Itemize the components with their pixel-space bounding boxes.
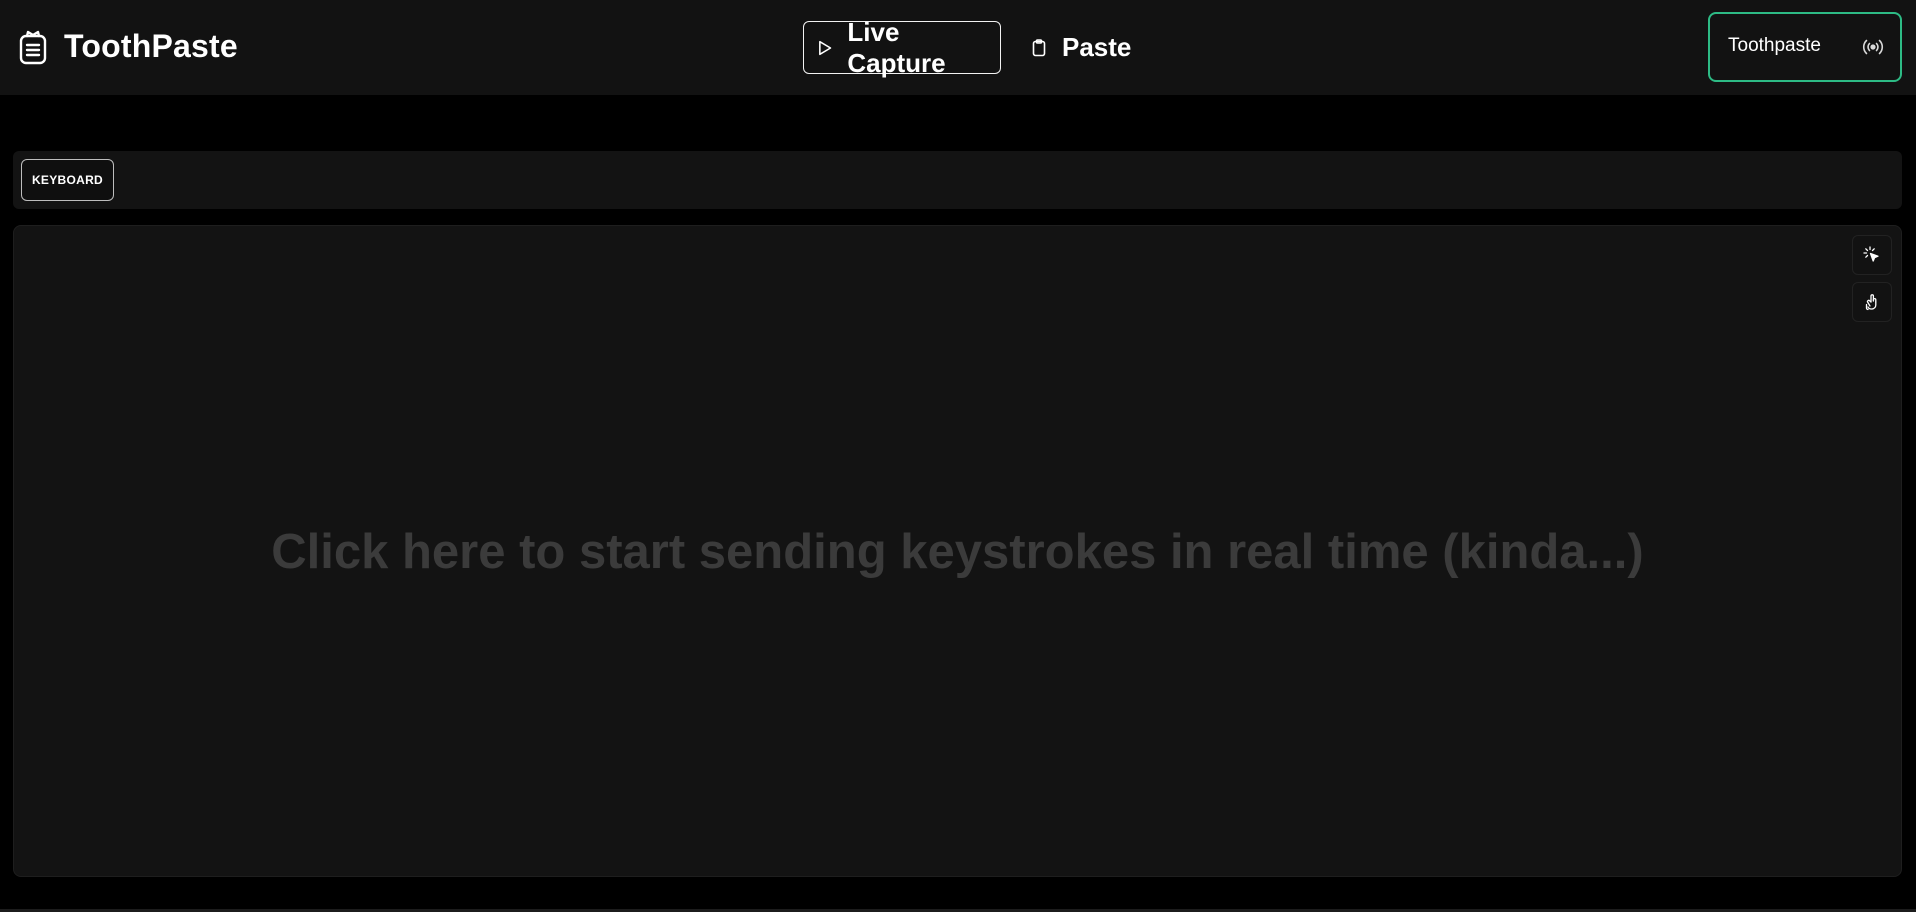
clipboard-icon: [1032, 38, 1046, 56]
touch-mode-button[interactable]: [1852, 282, 1892, 322]
brand: ToothPaste: [18, 28, 238, 65]
hand-tap-icon: [1865, 294, 1877, 311]
nav-paste-label: Paste: [1062, 32, 1132, 62]
nav-live-capture[interactable]: Live Capture: [803, 17, 1001, 78]
mode-toolbar: KEYBOARD: [13, 151, 1902, 209]
clipboard-list-icon: [19, 30, 47, 64]
device-name: Toothpaste: [1728, 35, 1821, 56]
app-title: ToothPaste: [64, 28, 238, 64]
capture-prompt: Click here to start sending keystrokes i…: [271, 525, 1644, 579]
device-connect-button[interactable]: Toothpaste: [1708, 12, 1902, 82]
play-icon: [819, 40, 832, 55]
nav-live-capture-label: Live Capture: [847, 16, 946, 78]
nav-paste[interactable]: Paste: [1023, 21, 1133, 74]
click-mode-button[interactable]: [1852, 235, 1892, 275]
keyboard-button[interactable]: KEYBOARD: [21, 159, 114, 201]
top-bar: ToothPaste Live Capture Paste Toothpaste: [0, 0, 1916, 95]
keystroke-capture-area[interactable]: Click here to start sending keystrokes i…: [13, 225, 1902, 877]
broadcast-icon: [1862, 39, 1884, 55]
click-pointer-icon: [1863, 246, 1879, 262]
